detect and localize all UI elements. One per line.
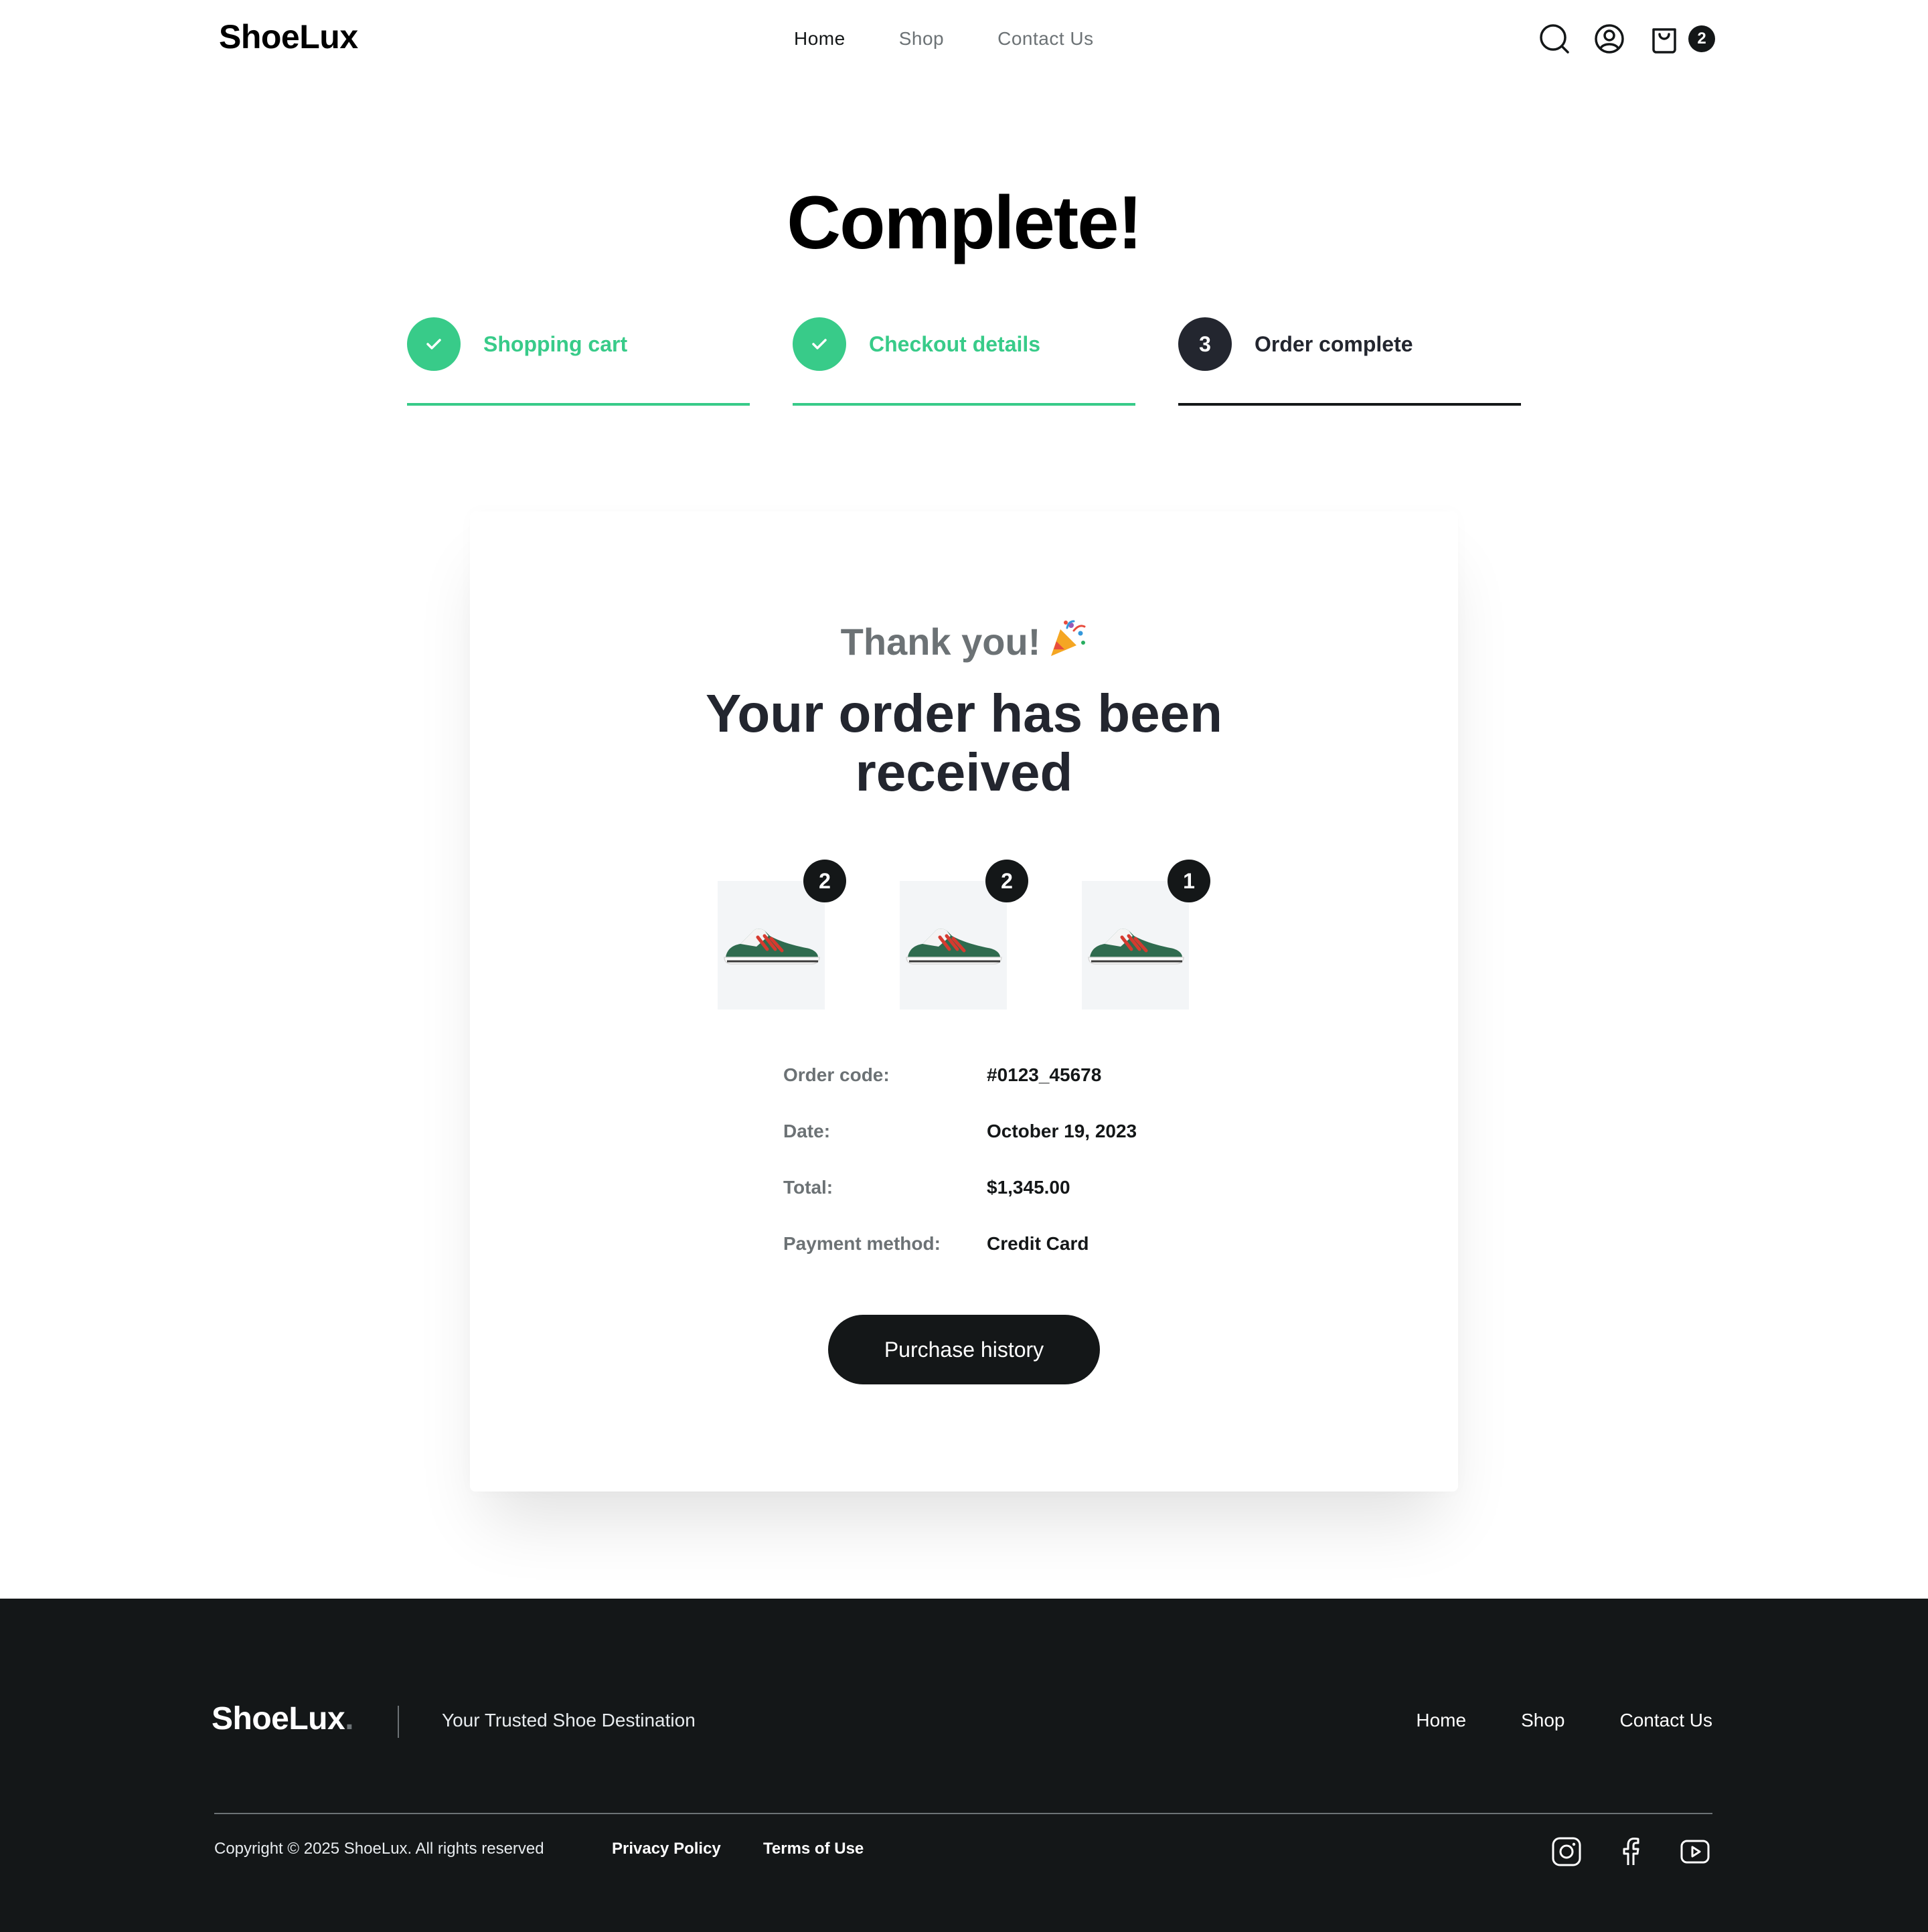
- header-actions: 2: [1538, 23, 1715, 55]
- detail-label: Order code:: [783, 1064, 890, 1085]
- detail-row-payment-method: Payment method: Credit Card: [783, 1233, 1185, 1289]
- footer-nav-contact-link[interactable]: Contact Us: [1620, 1710, 1713, 1731]
- copyright-text: Copyright © 2025 ShoeLux. All rights res…: [214, 1840, 544, 1858]
- footer-rule: [214, 1813, 1712, 1814]
- detail-row-date: Date: October 19, 2023: [783, 1121, 1185, 1177]
- headline-line-1: Your order has been: [705, 683, 1223, 743]
- thank-you-text: Thank you!: [840, 621, 1041, 663]
- terms-of-use-link[interactable]: Terms of Use: [763, 1840, 864, 1858]
- facebook-icon[interactable]: [1615, 1836, 1647, 1868]
- detail-row-total: Total: $1,345.00: [783, 1177, 1185, 1233]
- footer-logo-dot: .: [345, 1701, 354, 1737]
- user-icon[interactable]: [1593, 23, 1625, 55]
- footer-logo-text: ShoeLux: [212, 1701, 345, 1737]
- party-popper-icon: [1047, 619, 1087, 659]
- step-label: Order complete: [1255, 332, 1413, 356]
- privacy-policy-link[interactable]: Privacy Policy: [612, 1840, 721, 1858]
- step-checkout-details: Checkout details: [793, 317, 1135, 407]
- sneaker-image: [724, 929, 820, 965]
- step-label: Checkout details: [869, 332, 1041, 356]
- footer-logo[interactable]: ShoeLux.: [212, 1700, 354, 1737]
- order-received-heading: Your order has been received: [470, 684, 1458, 802]
- ordered-item-thumbnail[interactable]: 1: [1082, 860, 1210, 1010]
- order-confirmation-card: Thank you! Your order has been received …: [470, 511, 1458, 1492]
- detail-label: Payment method:: [783, 1233, 941, 1254]
- ordered-items: 2 2 1: [718, 860, 1213, 1010]
- brand-logo[interactable]: ShoeLux: [219, 17, 358, 56]
- step-number: 3: [1178, 317, 1232, 371]
- footer-tagline: Your Trusted Shoe Destination: [442, 1710, 696, 1730]
- sneaker-image: [906, 929, 1002, 965]
- step-progress-bar: [407, 403, 750, 406]
- step-shopping-cart: Shopping cart: [407, 317, 750, 407]
- check-icon: [407, 317, 461, 371]
- check-icon: [793, 317, 846, 371]
- nav-shop-link[interactable]: Shop: [899, 28, 944, 50]
- detail-label: Total:: [783, 1177, 833, 1198]
- page-title: Complete!: [787, 181, 1143, 264]
- site-footer: ShoeLux. Your Trusted Shoe Destination H…: [0, 1599, 1928, 1932]
- ordered-item-thumbnail[interactable]: 2: [718, 860, 846, 1010]
- detail-label: Date:: [783, 1121, 831, 1141]
- order-details: Order code: #0123_45678 Date: October 19…: [783, 1064, 1185, 1289]
- detail-row-order-code: Order code: #0123_45678: [783, 1064, 1185, 1121]
- detail-value: #0123_45678: [987, 1064, 1102, 1085]
- item-quantity-badge: 1: [1168, 860, 1210, 902]
- step-progress-bar: [1178, 403, 1521, 406]
- instagram-icon[interactable]: [1550, 1836, 1583, 1868]
- item-quantity-badge: 2: [985, 860, 1028, 902]
- nav-contact-link[interactable]: Contact Us: [997, 28, 1094, 50]
- purchase-history-button[interactable]: Purchase history: [828, 1315, 1100, 1384]
- bag-icon[interactable]: [1648, 23, 1680, 55]
- step-order-complete: 3 Order complete: [1178, 317, 1521, 407]
- youtube-icon[interactable]: [1679, 1836, 1711, 1868]
- step-label: Shopping cart: [483, 332, 628, 356]
- checkout-stepper: Shopping cart Checkout details 3 Order c…: [407, 317, 1521, 407]
- site-header: ShoeLux Home Shop Contact Us 2: [0, 0, 1928, 80]
- ordered-item-thumbnail[interactable]: 2: [900, 860, 1028, 1010]
- footer-nav: Home Shop Contact Us: [1416, 1710, 1712, 1731]
- detail-value: $1,345.00: [987, 1177, 1070, 1198]
- sneaker-image: [1088, 929, 1184, 965]
- step-progress-bar: [793, 403, 1135, 406]
- thank-you-heading: Thank you!: [470, 619, 1458, 663]
- main-nav: Home Shop Contact Us: [794, 28, 1094, 50]
- headline-line-2: received: [855, 742, 1073, 802]
- item-quantity-badge: 2: [803, 860, 846, 902]
- search-icon[interactable]: [1538, 23, 1571, 55]
- detail-value: Credit Card: [987, 1233, 1089, 1254]
- cart-count-badge: 2: [1688, 25, 1715, 52]
- nav-home-link[interactable]: Home: [794, 28, 846, 50]
- footer-divider: [398, 1706, 399, 1738]
- footer-nav-home-link[interactable]: Home: [1416, 1710, 1466, 1731]
- footer-nav-shop-link[interactable]: Shop: [1521, 1710, 1564, 1731]
- detail-value: October 19, 2023: [987, 1121, 1137, 1141]
